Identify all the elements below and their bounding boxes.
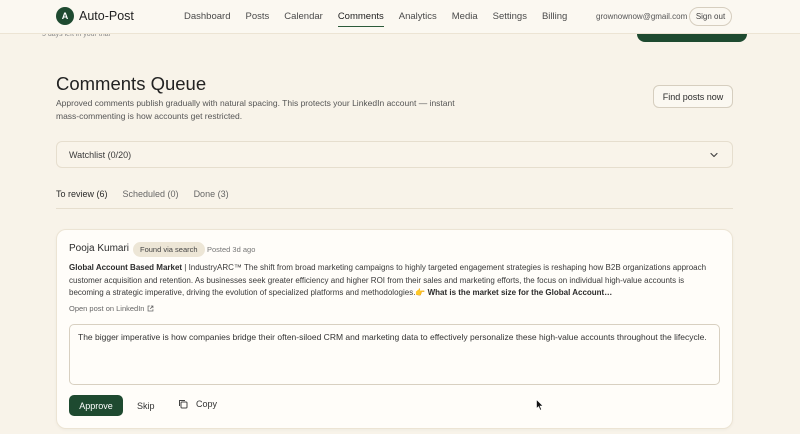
account-email: grownownow@gmail.com xyxy=(596,12,688,21)
copy-label: Copy xyxy=(196,399,218,409)
post-title: Global Account Based Market xyxy=(69,263,183,272)
posted-time: Posted 3d ago xyxy=(207,245,256,254)
nav-settings[interactable]: Settings xyxy=(493,11,527,27)
tab-scheduled[interactable]: Scheduled (0) xyxy=(123,189,179,209)
nav-billing[interactable]: Billing xyxy=(542,11,567,27)
nav-calendar[interactable]: Calendar xyxy=(284,11,323,27)
nav-analytics[interactable]: Analytics xyxy=(399,11,437,27)
source-badge: Found via search xyxy=(133,242,205,257)
open-post-link[interactable]: Open post on LinkedIn xyxy=(69,304,154,313)
find-posts-button[interactable]: Find posts now xyxy=(653,85,733,108)
reply-textarea[interactable]: The bigger imperative is how companies b… xyxy=(69,324,720,385)
external-link-icon xyxy=(148,305,154,312)
brand-name[interactable]: Auto-Post xyxy=(79,9,134,23)
post-author: Pooja Kumari xyxy=(69,243,130,254)
comment-card: Pooja Kumari Found via search Posted 3d … xyxy=(56,229,733,429)
nav-posts[interactable]: Posts xyxy=(245,11,269,27)
skip-button[interactable]: Skip xyxy=(137,401,155,411)
sign-out-button[interactable]: Sign out xyxy=(689,7,732,26)
page-title: Comments Queue xyxy=(56,73,207,94)
chevron-down-icon xyxy=(710,152,718,158)
nav-dashboard[interactable]: Dashboard xyxy=(184,11,230,27)
watchlist-accordion[interactable]: Watchlist (0/20) xyxy=(56,141,733,168)
post-excerpt: Global Account Based Market | IndustryAR… xyxy=(69,262,719,300)
watchlist-label: Watchlist (0/20) xyxy=(69,150,132,160)
mouse-cursor-icon xyxy=(536,399,544,411)
top-nav-bar: A Auto-Post Dashboard Posts Calendar Com… xyxy=(0,0,800,34)
nav-comments[interactable]: Comments xyxy=(337,11,384,27)
open-post-label: Open post on LinkedIn xyxy=(69,304,145,313)
tab-to-review[interactable]: To review (6) xyxy=(56,189,108,209)
tab-done[interactable]: Done (3) xyxy=(194,189,229,209)
tabs-divider xyxy=(56,208,733,209)
nav-media[interactable]: Media xyxy=(452,11,478,27)
logo-badge[interactable]: A xyxy=(56,7,74,25)
post-tail: What is the market size for the Global A… xyxy=(427,288,613,297)
main-nav: Dashboard Posts Calendar Comments Analyt… xyxy=(184,11,582,27)
page-subtitle: Approved comments publish gradually with… xyxy=(56,98,455,121)
approve-button[interactable]: Approve xyxy=(69,395,123,416)
copy-button[interactable]: Copy xyxy=(178,399,217,409)
copy-icon xyxy=(179,400,188,409)
queue-tabs: To review (6) Scheduled (0) Done (3) xyxy=(56,189,244,209)
